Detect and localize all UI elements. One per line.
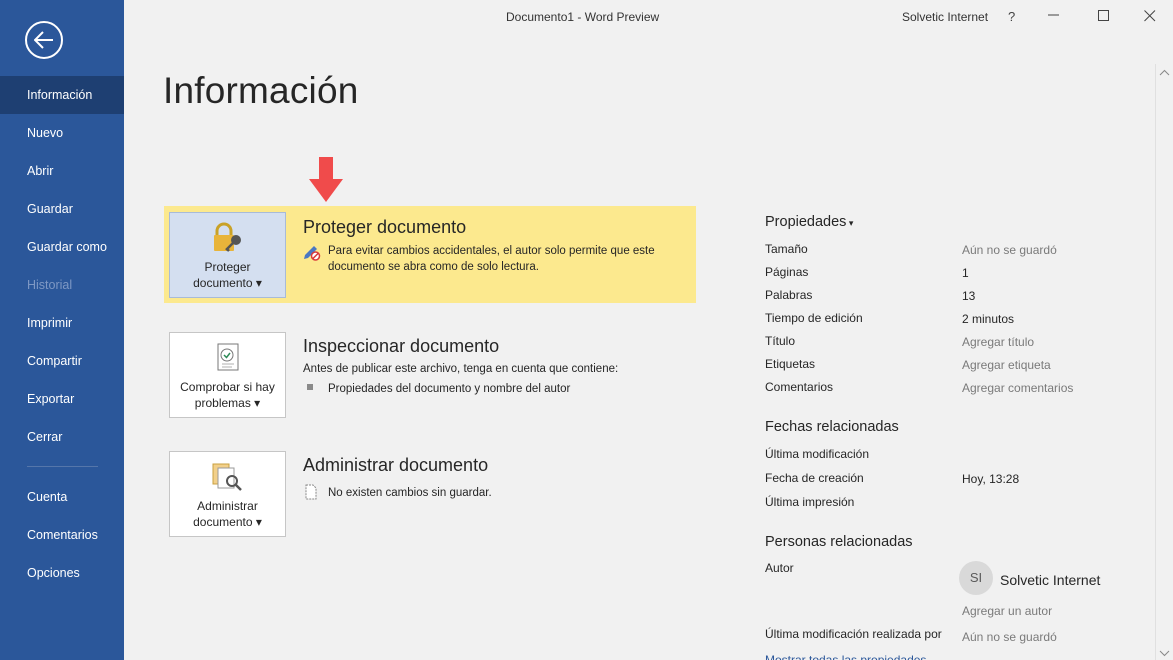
- scroll-up-icon[interactable]: [1159, 68, 1170, 78]
- annotation-arrow-icon: [309, 157, 343, 202]
- nav-opciones[interactable]: Opciones: [0, 554, 124, 592]
- close-icon[interactable]: [1144, 10, 1156, 25]
- minimize-icon[interactable]: [1048, 9, 1060, 24]
- manage-document-section: Administrar documento ▾ Administrar docu…: [164, 446, 696, 542]
- prop-label-tiempo-edicion: Tiempo de edición: [765, 311, 863, 325]
- check-issues-label-2: problemas: [194, 396, 251, 410]
- bullet-marker: [307, 384, 313, 390]
- backstage-sidebar: Información Nuevo Abrir Guardar Guardar …: [0, 0, 124, 660]
- vertical-scrollbar[interactable]: [1155, 64, 1173, 660]
- back-button[interactable]: [25, 21, 63, 59]
- protect-desc-line-2: documento se abra como de solo lectura.: [328, 261, 539, 273]
- prop-label-comentarios: Comentarios: [765, 380, 834, 394]
- title-bar: Documento1 - Word Preview Solvetic Inter…: [124, 0, 1173, 34]
- protect-button-label-1: Proteger: [204, 260, 251, 274]
- author-name[interactable]: Solvetic Internet: [1000, 572, 1100, 588]
- help-icon[interactable]: ?: [1008, 9, 1015, 24]
- inspect-section-title: Inspeccionar documento: [303, 336, 500, 356]
- nav-informacion[interactable]: Información: [0, 76, 124, 114]
- prop-value-tamano: Aún no se guardó: [962, 243, 1057, 257]
- manage-document-button[interactable]: Administrar documento ▾: [169, 451, 286, 537]
- prop-label-tamano: Tamaño: [765, 242, 808, 256]
- inspect-intro-text: Antes de publicar este archivo, tenga en…: [303, 363, 619, 375]
- chevron-down-icon: ▾: [846, 218, 854, 228]
- inspect-bullet-text: Propiedades del documento y nombre del a…: [328, 383, 571, 395]
- nav-nuevo[interactable]: Nuevo: [0, 114, 124, 152]
- date-label-ultima-modificacion: Última modificación: [765, 447, 870, 461]
- last-modified-by-label: Última modificación realizada por: [765, 627, 942, 641]
- prop-label-titulo: Título: [765, 334, 796, 348]
- manage-document-icon: [212, 463, 242, 491]
- nav-abrir[interactable]: Abrir: [0, 152, 124, 190]
- protect-desc-line-1: Para evitar cambios accidentales, el aut…: [328, 245, 655, 257]
- prop-label-etiquetas: Etiquetas: [765, 357, 816, 371]
- manage-button-label-1: Administrar: [197, 499, 258, 513]
- edit-restricted-icon: [304, 246, 321, 261]
- manage-status-text: No existen cambios sin guardar.: [328, 487, 492, 499]
- back-arrow-icon: [34, 31, 53, 49]
- prop-value-palabras: 13: [962, 289, 976, 303]
- inspect-document-section: Comprobar si hay problemas ▾ Inspecciona…: [164, 327, 696, 423]
- show-all-properties-link[interactable]: Mostrar todas las propiedades: [765, 652, 926, 660]
- last-modified-by-value: Aún no se guardó: [962, 630, 1057, 644]
- dropdown-caret-icon: ▾: [250, 396, 261, 410]
- protect-document-section: Proteger documento ▾ Proteger documento …: [164, 206, 696, 303]
- people-heading: Personas relacionadas: [765, 534, 913, 550]
- account-name[interactable]: Solvetic Internet: [902, 10, 988, 24]
- properties-heading-label: Propiedades: [765, 214, 847, 230]
- properties-heading[interactable]: Propiedades ▾: [765, 214, 853, 230]
- dates-heading: Fechas relacionadas: [765, 419, 899, 435]
- prop-value-etiquetas-input[interactable]: Agregar etiqueta: [962, 358, 1051, 372]
- protect-document-button[interactable]: Proteger documento ▾: [169, 212, 286, 298]
- add-author-link[interactable]: Agregar un autor: [962, 604, 1052, 618]
- check-issues-button[interactable]: Comprobar si hay problemas ▾: [169, 332, 286, 418]
- date-label-fecha-creacion: Fecha de creación: [765, 471, 864, 485]
- inspect-document-icon: [217, 343, 239, 371]
- dropdown-caret-icon: ▾: [252, 276, 262, 290]
- nav-imprimir[interactable]: Imprimir: [0, 304, 124, 342]
- prop-value-comentarios-input[interactable]: Agregar comentarios: [962, 381, 1073, 395]
- nav-compartir[interactable]: Compartir: [0, 342, 124, 380]
- nav-cuenta[interactable]: Cuenta: [0, 478, 124, 516]
- page-title: Información: [163, 70, 359, 111]
- lock-key-icon: [214, 222, 241, 252]
- date-value-fecha-creacion: Hoy, 13:28: [962, 472, 1020, 486]
- avatar[interactable]: SI: [959, 561, 993, 595]
- author-label: Autor: [765, 561, 794, 575]
- date-label-ultima-impresion: Última impresión: [765, 495, 855, 509]
- check-issues-label-1: Comprobar si hay: [180, 380, 275, 394]
- manage-section-title: Administrar documento: [303, 455, 489, 475]
- manage-button-label-2: documento: [193, 515, 253, 529]
- prop-value-tiempo-edicion: 2 minutos: [962, 312, 1015, 326]
- prop-label-paginas: Páginas: [765, 265, 809, 279]
- document-status-icon: [305, 484, 317, 500]
- dropdown-caret-icon: ▾: [252, 515, 262, 529]
- nav-divider: [27, 466, 98, 467]
- nav-comentarios[interactable]: Comentarios: [0, 516, 124, 554]
- nav-guardar[interactable]: Guardar: [0, 190, 124, 228]
- scroll-down-icon[interactable]: [1159, 648, 1170, 658]
- protect-section-title: Proteger documento: [303, 217, 467, 237]
- protect-section-description: Para evitar cambios accidentales, el aut…: [328, 243, 655, 275]
- nav-exportar[interactable]: Exportar: [0, 380, 124, 418]
- protect-button-label-2: documento: [193, 276, 253, 290]
- window-title: Documento1 - Word Preview: [506, 10, 660, 24]
- prop-label-palabras: Palabras: [765, 288, 813, 302]
- nav-cerrar[interactable]: Cerrar: [0, 418, 124, 456]
- prop-value-paginas: 1: [962, 266, 969, 280]
- maximize-icon[interactable]: [1098, 10, 1110, 25]
- prop-value-titulo-input[interactable]: Agregar título: [962, 335, 1034, 349]
- nav-guardar-como[interactable]: Guardar como: [0, 228, 124, 266]
- nav-historial: Historial: [27, 278, 73, 292]
